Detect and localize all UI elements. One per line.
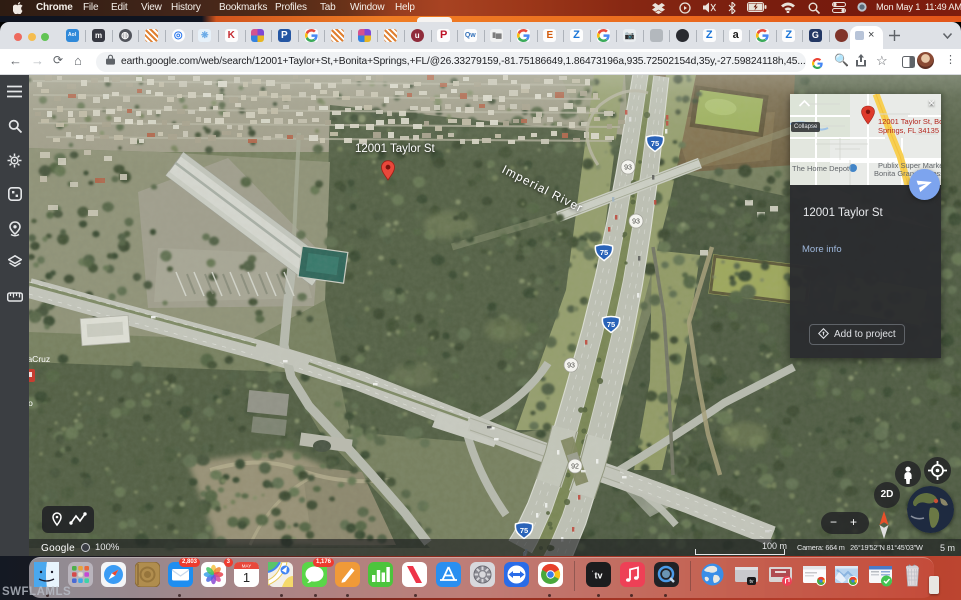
svg-text:12001 Taylor St, Boni: 12001 Taylor St, Boni (878, 117, 941, 126)
svg-text:75: 75 (607, 320, 615, 329)
svg-text:tv: tv (750, 579, 754, 585)
svg-text:93: 93 (624, 165, 632, 172)
svg-text:75: 75 (651, 139, 659, 148)
svg-text:75: 75 (520, 526, 528, 535)
svg-text:Springs, FL 34135: Springs, FL 34135 (878, 126, 939, 135)
svg-text:The Home Depot: The Home Depot (792, 164, 850, 173)
svg-text:93: 93 (632, 219, 640, 226)
svg-text:MAY: MAY (242, 564, 251, 569)
svg-text:12001 Taylor St: 12001 Taylor St (355, 143, 436, 155)
svg-text:1: 1 (243, 570, 250, 585)
svg-text:92: 92 (571, 464, 579, 471)
svg-text:93: 93 (567, 363, 575, 370)
svg-text:tv: tv (594, 571, 602, 581)
svg-text:75: 75 (600, 248, 608, 257)
